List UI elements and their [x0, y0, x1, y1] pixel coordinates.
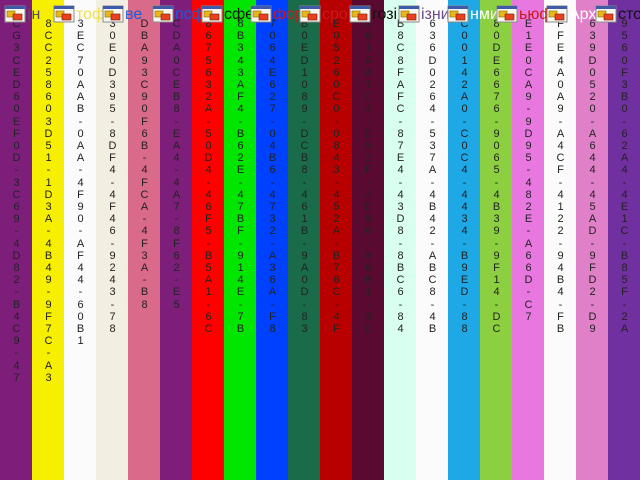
color-strip: 8 6 7 5 6 3 2 A - 5 0 D 4 - 4 6 F 5 - B …: [192, 0, 225, 480]
app-window-icon[interactable]: [496, 4, 518, 24]
strip-characters: C D A 0 C E B 8 - E A 4 - 4 A 7 - 8 F 6 …: [172, 18, 181, 311]
color-strip: 7 0 6 4 E 6 2 7 - 0 4 B 6 - 4 7 3 2 - A …: [256, 0, 289, 480]
color-strip: D B A 9 3 C 9 0 F 6 B - 4 F C A - 4 F 3 …: [128, 0, 161, 480]
color-strip: C 0 0 1 4 2 A 0 - C 0 C 4 - 4 4 3 4 - B …: [448, 0, 481, 480]
app-window-icon[interactable]: [53, 4, 75, 24]
strip-characters: 3 6 1 A 8 7 C 4 - D 5 2 F - 4 E 9 0 - 8 …: [364, 18, 373, 336]
strip-characters: 8 0 D E 6 6 7 6 - 9 0 6 5 - 4 B 3 9 - 9 …: [492, 18, 501, 336]
strip-characters: F F E 4 A 0 A 9 - A 4 C F - 4 1 2 2 - 9 …: [556, 18, 565, 336]
color-strip: E 0 5 2 6 0 C 0 - 0 8 4 3 - 4 5 2 A - B …: [320, 0, 353, 480]
app-window-icon[interactable]: [4, 4, 26, 24]
color-strip: E 1 E 0 C A 9 - 9 D 9 5 - 4 8 2 E - A 6 …: [512, 0, 545, 480]
color-strip: 3 0 E 0 D 3 9 5 - 8 D F 4 - 4 F 4 6 - 9 …: [96, 0, 129, 480]
app-window-icon[interactable]: [201, 4, 223, 24]
color-strip: 8 C C 2 5 8 6 0 3 D 5 1 - 1 D 3 A - 4 B …: [32, 0, 65, 480]
color-strip: 3 6 1 A 8 7 C 4 - D 5 2 F - 4 E 9 0 - 8 …: [352, 0, 385, 480]
toolbar-label: гозі: [372, 6, 398, 23]
strip-characters: E 0 5 2 6 0 C 0 - 0 8 4 3 - 4 5 2 A - B …: [332, 18, 341, 336]
color-strip: 8 0 D E 6 6 7 6 - 9 0 6 5 - 4 B 3 9 - 9 …: [480, 0, 513, 480]
app-window-icon[interactable]: [447, 4, 469, 24]
color-strip: F F E 4 A 0 A 9 - A 4 C F - 4 1 2 2 - 9 …: [544, 0, 577, 480]
toolbar-label: тоф: [76, 6, 106, 23]
app-window-icon[interactable]: [349, 4, 371, 24]
toolbar-label: сторі: [618, 6, 640, 23]
strip-characters: 6 3 9 D 0 5 2 0 - A 6 4 4 - 4 5 A D - 9 …: [588, 18, 597, 336]
toolbar-label: нми: [470, 6, 499, 23]
app-window-icon[interactable]: [546, 4, 568, 24]
toolbar-label: ізни: [421, 6, 450, 23]
toolbar-label: сро: [322, 6, 348, 23]
strip-characters: C 0 0 1 4 2 A 0 - C 0 C 4 - 4 4 3 4 - B …: [460, 18, 469, 336]
placeholder-icon-row: Ін тоф ве псф сфе фор сро гозі ізни нми ьюф Архі сто…: [0, 0, 640, 28]
color-strip: 3 E C 7 0 A A B - 0 A A - 4 F 9 0 - A F …: [64, 0, 97, 480]
app-window-icon[interactable]: [152, 4, 174, 24]
color-strip: 9 5 6 0 F 3 B 0 - 6 2 A 4 - 4 E 1 C - B …: [608, 0, 640, 480]
app-window-icon[interactable]: [595, 4, 617, 24]
strip-characters: 7 0 6 4 E 6 2 7 - 0 4 B 6 - 4 7 3 2 - A …: [268, 18, 277, 336]
strip-characters: E 1 E 0 C A 9 - 9 D 9 5 - 4 8 2 E - A 6 …: [524, 18, 533, 323]
color-strip: B 8 C 8 F A F C - 8 7 E 4 - 4 3 D 8 - 8 …: [384, 0, 417, 480]
strip-characters: 8 B 3 4 3 A F 4 - B 6 2 E - 4 7 B F - 9 …: [236, 18, 245, 336]
app-window-icon[interactable]: [398, 4, 420, 24]
app-window-icon[interactable]: [102, 4, 124, 24]
slide-canvas: C G 3 C E D 6 0 E F 0 D - 3 C 6 9 - 4 D …: [0, 0, 640, 480]
color-strip: C D A 0 C E B 8 - E A 4 - 4 A 7 - 8 F 6 …: [160, 0, 193, 480]
app-window-icon[interactable]: [299, 4, 321, 24]
color-strip: B 0 E D 1 0 8 9 - D C B 8 - 4 6 1 B - 9 …: [288, 0, 321, 480]
app-window-icon[interactable]: [250, 4, 272, 24]
strip-characters: 3 E C 7 0 A A B - 0 A A - 4 F 9 0 - A F …: [76, 18, 85, 348]
strip-characters: 8 C C 2 5 8 6 0 3 D 5 1 - 1 D 3 A - 4 B …: [44, 18, 53, 384]
strip-characters: 3 0 E 0 D 3 9 5 - 8 D F 4 - 4 F 4 6 - 9 …: [108, 18, 117, 336]
strip-characters: B 0 E D 1 0 8 9 - D C B 8 - 4 6 1 B - 9 …: [300, 18, 309, 336]
color-strip: C G 3 C E D 6 0 E F 0 D - 3 C 6 9 - 4 D …: [0, 0, 33, 480]
color-strip: 6 3 9 D 0 5 2 0 - A 6 4 4 - 4 5 A D - 9 …: [576, 0, 609, 480]
strip-characters: D B A 9 3 C 9 0 F 6 B - 4 F C A - 4 F 3 …: [140, 18, 149, 311]
strip-characters: B 8 C 8 F A F C - 8 7 E 4 - 4 3 D 8 - 8 …: [396, 18, 405, 336]
color-strip: 6 3 6 D 0 2 6 4 - 5 3 7 A - 4 B 4 2 - A …: [416, 0, 449, 480]
strip-characters: 8 6 7 5 6 3 2 A - 5 0 D 4 - 4 6 F 5 - B …: [204, 18, 213, 336]
toolbar-label: ве: [125, 6, 143, 23]
strip-characters: 9 5 6 0 F 3 B 0 - 6 2 A 4 - 4 E 1 C - B …: [620, 18, 629, 336]
strip-characters: C G 3 C E D 6 0 E F 0 D - 3 C 6 9 - 4 D …: [12, 18, 21, 384]
color-strip: 8 B 3 4 3 A F 4 - B 6 2 E - 4 7 B F - 9 …: [224, 0, 257, 480]
toolbar-label: Ін: [27, 6, 41, 23]
strip-characters: 6 3 6 D 0 2 6 4 - 5 3 7 A - 4 B 4 2 - A …: [428, 18, 437, 336]
